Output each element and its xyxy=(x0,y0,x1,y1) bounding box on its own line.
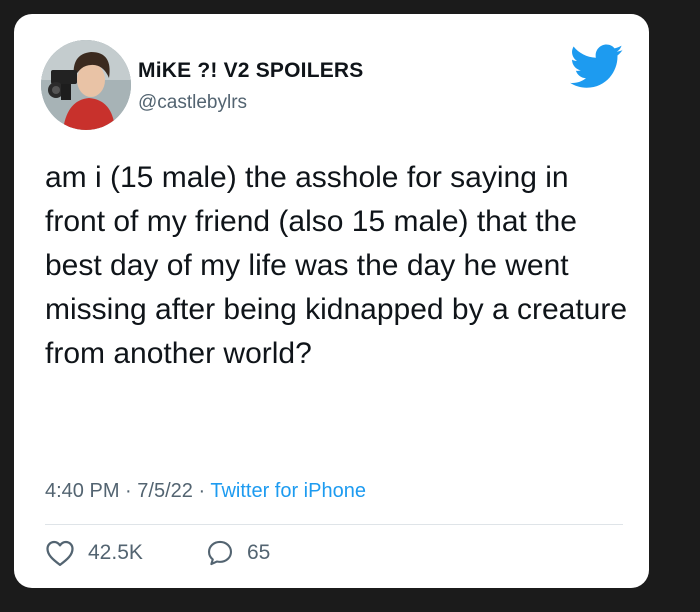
like-button[interactable]: 42.5K xyxy=(45,538,143,568)
divider xyxy=(45,524,623,525)
tweet-text: am i (15 male) the asshole for saying in… xyxy=(45,161,628,370)
reply-count: 65 xyxy=(247,541,271,564)
meta-separator: · xyxy=(198,480,206,502)
reply-bubble-icon xyxy=(207,540,233,566)
avatar[interactable] xyxy=(41,40,131,130)
reply-button[interactable]: 65 xyxy=(206,538,270,568)
tweet-card: MiKE ?! V2 SPOILERS @castlebylrs am i (1… xyxy=(14,14,649,588)
heart-icon xyxy=(46,540,74,566)
tweet-date[interactable]: 7/5/22 xyxy=(137,480,193,502)
display-name[interactable]: MiKE ?! V2 SPOILERS xyxy=(138,59,364,83)
twitter-bird-icon[interactable] xyxy=(570,44,624,90)
user-handle[interactable]: @castlebylrs xyxy=(138,92,247,114)
meta-separator: · xyxy=(125,480,132,502)
tweet-time[interactable]: 4:40 PM xyxy=(45,480,119,502)
tweet-meta: 4:40 PM · 7/5/22 · Twitter for iPhone xyxy=(45,480,366,503)
like-count: 42.5K xyxy=(88,541,143,564)
tweet-source[interactable]: Twitter for iPhone xyxy=(210,480,366,502)
